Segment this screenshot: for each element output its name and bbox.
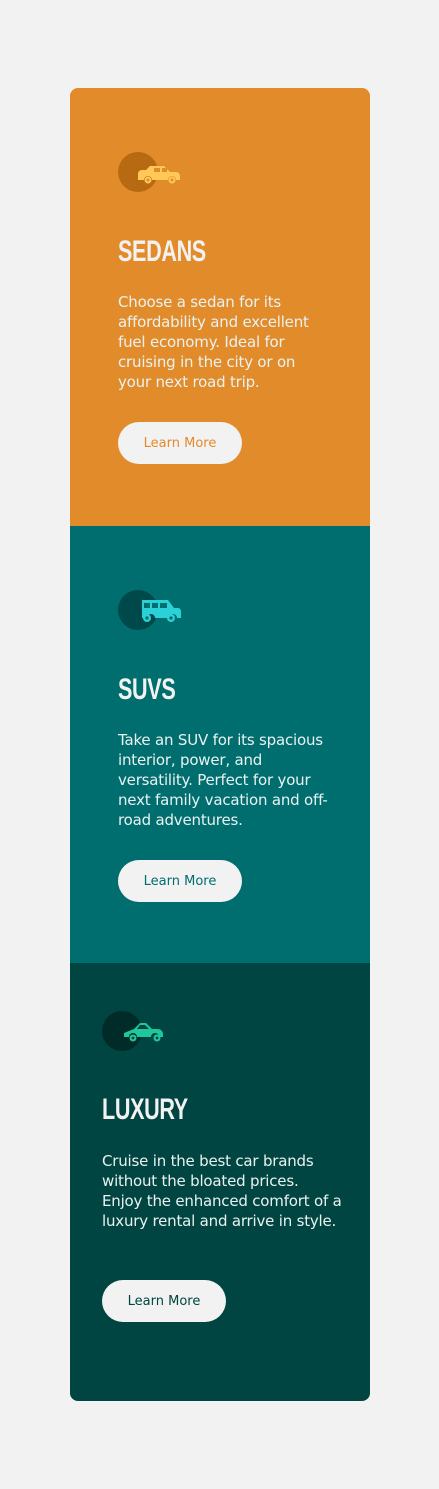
learn-more-button-suvs[interactable]: Learn More [118,860,242,902]
card-sedans: Sedans Choose a sedan for its affordabil… [70,88,370,526]
card-title-sedans: Sedans [118,235,206,268]
card-description-suvs: Take an SUV for its spacious interior, p… [118,731,328,829]
sedan-car-icon [118,152,182,192]
learn-more-button-luxury[interactable]: Learn More [102,1280,226,1322]
card-title-luxury: Luxury [102,1093,188,1126]
card-description-luxury: Cruise in the best car brands without th… [102,1152,342,1230]
luxury-car-icon [102,1011,166,1051]
card-luxury: Luxury Cruise in the best car brands wit… [70,963,370,1401]
suv-car-icon [118,590,182,630]
card-description-sedans: Choose a sedan for its affordability and… [118,293,309,391]
card-title-suvs: SUVs [118,673,176,706]
learn-more-button-sedans[interactable]: Learn More [118,422,242,464]
card-suvs: SUVs Take an SUV for its spacious interi… [70,526,370,963]
car-category-cards: Sedans Choose a sedan for its affordabil… [70,88,370,1401]
